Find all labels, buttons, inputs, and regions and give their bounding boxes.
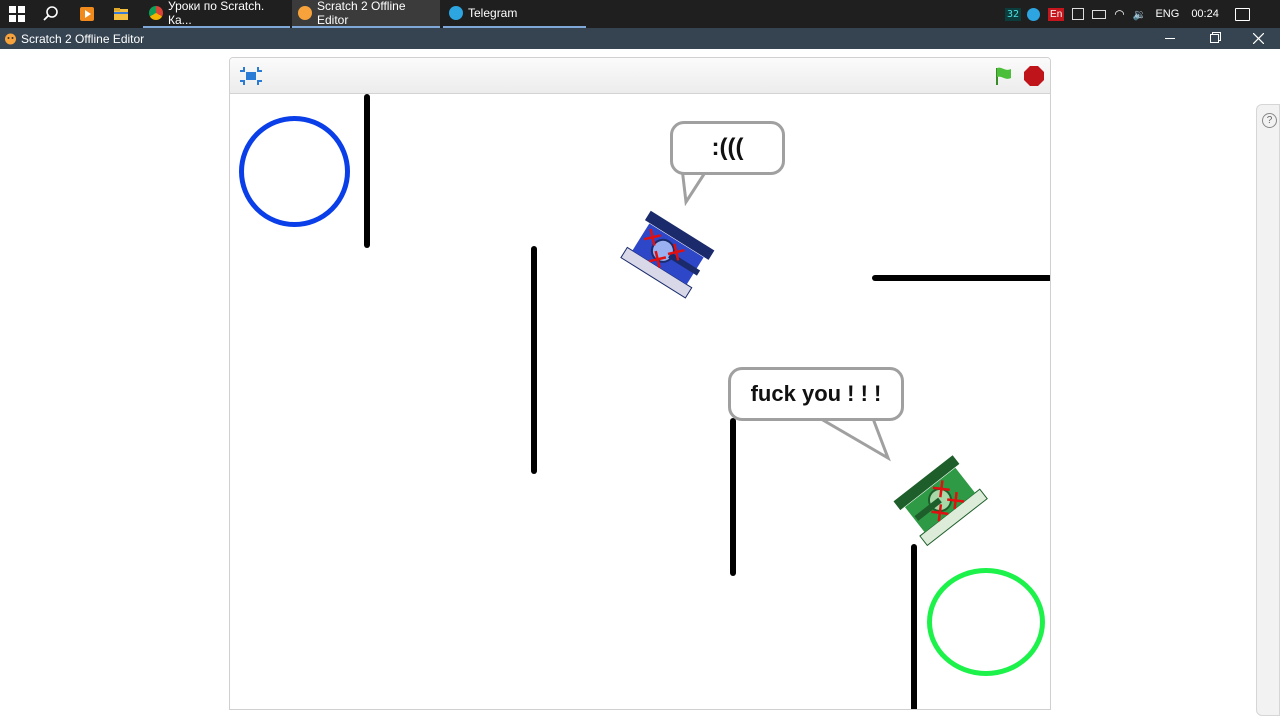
scratch-cat-icon	[298, 6, 312, 20]
restore-icon	[1209, 34, 1219, 43]
minimize-button[interactable]	[1148, 28, 1192, 49]
maze-wall	[730, 418, 736, 576]
help-icon: ?	[1266, 115, 1273, 126]
file-explorer-button[interactable]	[104, 0, 138, 28]
language-badge[interactable]: En	[1048, 7, 1065, 21]
taskbar-item-telegram[interactable]: Telegram	[443, 0, 586, 28]
blue-tank-sprite[interactable]	[618, 206, 718, 302]
action-center-icon[interactable]	[1234, 7, 1250, 21]
stop-button[interactable]	[1023, 65, 1045, 87]
language-indicator[interactable]: ENG	[1155, 8, 1179, 20]
restore-button[interactable]	[1192, 28, 1236, 49]
stop-sign-icon	[1024, 66, 1044, 86]
green-flag-icon	[996, 67, 1011, 85]
green-goal-ring	[927, 568, 1045, 676]
system-tray: 32 En ◠ 🔉 ENG 00:24	[1005, 0, 1250, 28]
speech-text: :(((	[711, 134, 744, 161]
blue-goal-ring	[239, 116, 350, 227]
maze-wall	[531, 246, 537, 474]
green-tank-sprite[interactable]	[890, 452, 990, 548]
telegram-icon	[449, 6, 463, 20]
maze-wall	[364, 94, 370, 248]
media-player-icon	[80, 7, 94, 21]
media-player-button[interactable]	[70, 0, 104, 28]
exit-presentation-button[interactable]	[238, 65, 264, 87]
minimize-icon	[1165, 38, 1175, 39]
taskbar: Уроки по Scratch. Ка... Scratch 2 Offlin…	[0, 0, 1280, 28]
speech-bubble-green-tank: fuck you ! ! !	[728, 367, 904, 421]
wifi-icon[interactable]: ◠	[1114, 7, 1124, 21]
notes-icon[interactable]	[1072, 8, 1085, 20]
chrome-icon	[149, 6, 163, 20]
folder-icon	[114, 8, 128, 20]
stage-frame: :((( fuck you ! ! !	[229, 57, 1051, 710]
help-button[interactable]: ?	[1262, 113, 1277, 128]
maze-wall	[911, 544, 917, 709]
start-button[interactable]	[0, 0, 34, 28]
counter-badge[interactable]: 32	[1005, 7, 1022, 21]
taskbar-item-label: Уроки по Scratch. Ка...	[168, 0, 265, 27]
speech-bubble-tail	[810, 414, 891, 462]
stage-canvas[interactable]: :((( fuck you ! ! !	[230, 94, 1050, 709]
presentation-mode-icon	[240, 67, 262, 85]
taskbar-item-label: Telegram	[468, 6, 518, 20]
volume-icon[interactable]: 🔉	[1133, 8, 1147, 21]
taskbar-item-chrome[interactable]: Уроки по Scratch. Ка...	[143, 0, 290, 28]
clock[interactable]: 00:24	[1191, 8, 1219, 20]
green-flag-button[interactable]	[993, 65, 1015, 87]
side-panel[interactable]: ?	[1256, 104, 1280, 716]
close-button[interactable]	[1236, 28, 1280, 49]
windows-logo-icon	[9, 6, 25, 22]
search-icon	[43, 6, 58, 21]
speech-text: fuck you ! ! !	[750, 381, 882, 406]
scratch-app-icon	[4, 32, 17, 45]
speech-bubble-blue-tank: :(((	[670, 121, 785, 175]
window-titlebar: Scratch 2 Offline Editor	[0, 28, 1280, 49]
search-button[interactable]	[34, 0, 68, 28]
close-icon	[1252, 33, 1264, 44]
stage-toolbar	[230, 58, 1050, 94]
window-title: Scratch 2 Offline Editor	[21, 32, 145, 46]
taskbar-item-scratch[interactable]: Scratch 2 Offline Editor	[292, 0, 440, 28]
battery-icon[interactable]	[1092, 9, 1107, 19]
taskbar-item-label: Scratch 2 Offline Editor	[317, 0, 406, 27]
maze-wall	[872, 275, 1050, 281]
telegram-tray-icon[interactable]	[1027, 7, 1041, 21]
